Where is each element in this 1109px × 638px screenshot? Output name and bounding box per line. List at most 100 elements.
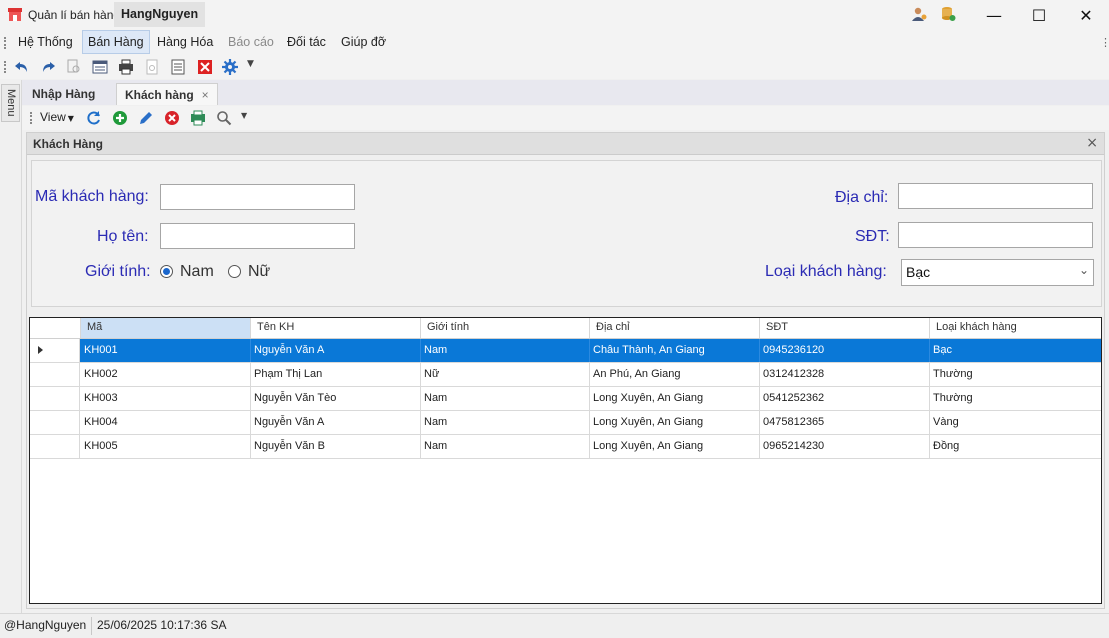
sdt-input[interactable] [898,222,1093,248]
gender-male-radio[interactable] [160,265,173,278]
database-icon[interactable] [940,6,956,22]
delete-record-icon[interactable] [164,110,180,126]
cell-sdt[interactable]: 0541252362 [760,387,930,410]
cell-sdt[interactable]: 0945236120 [760,339,930,362]
redo-icon[interactable] [40,59,56,75]
row-selector[interactable] [30,387,80,410]
cell-sdt[interactable]: 0312412328 [760,363,930,386]
cell-dia-chi[interactable]: Long Xuyên, An Giang [590,411,760,434]
table-row[interactable]: KH004 Nguyễn Văn A Nam Long Xuyên, An Gi… [30,411,1101,435]
cell-ten-kh[interactable]: Phạm Thị Lan [251,363,421,386]
menu-doi-tac[interactable]: Đối tác [281,30,332,54]
status-user: @HangNguyen [4,618,87,632]
add-icon[interactable] [112,110,128,126]
cell-sdt[interactable]: 0965214230 [760,435,930,458]
column-header-sdt[interactable]: SĐT [760,318,930,338]
menu-hang-hoa[interactable]: Hàng Hóa [151,30,219,54]
menu-ban-hang[interactable]: Bán Hàng [82,30,150,54]
print-preview-icon[interactable] [66,59,82,75]
tab-close-icon[interactable]: × [202,88,209,102]
close-icon[interactable]: ✕ [1063,0,1109,30]
cell-gioi-tinh[interactable]: Nam [421,435,590,458]
cell-dia-chi[interactable]: An Phú, An Giang [590,363,760,386]
column-header-ten-kh[interactable]: Tên KH [251,318,421,338]
tab-khach-hang[interactable]: Khách hàng × [116,83,218,105]
cell-ma[interactable]: KH002 [81,363,251,386]
row-header-corner [30,318,81,338]
export-icon[interactable] [144,59,160,75]
cell-loai[interactable]: Bạc [930,339,1101,362]
grid-header: Mã Tên KH Giới tính Địa chỉ SĐT Loại khá… [30,318,1101,339]
menu-grip[interactable] [4,37,7,49]
menubar-overflow-icon[interactable]: ⋮ [1100,36,1109,49]
ma-khach-hang-input[interactable] [160,184,355,210]
search-icon[interactable] [216,110,232,126]
menu-bao-cao[interactable]: Báo cáo [222,30,280,54]
cell-ten-kh[interactable]: Nguyễn Văn A [251,411,421,434]
user-settings-icon[interactable] [911,6,927,22]
table-row[interactable]: KH002 Phạm Thị Lan Nữ An Phú, An Giang 0… [30,363,1101,387]
dia-chi-input[interactable] [898,183,1093,209]
row-selector[interactable] [30,339,80,362]
shop-icon [8,8,22,21]
column-header-loai[interactable]: Loại khách hàng [930,318,1101,338]
print-icon[interactable] [118,59,134,75]
row-selector[interactable] [30,435,80,458]
cell-dia-chi[interactable]: Long Xuyên, An Giang [590,435,760,458]
cell-loai[interactable]: Đồng [930,435,1101,458]
table-row[interactable]: KH003 Nguyễn Văn Tèo Nam Long Xuyên, An … [30,387,1101,411]
form-icon[interactable] [92,59,108,75]
delete-icon[interactable] [197,59,213,75]
menu-giup-do[interactable]: Giúp đỡ [335,30,392,54]
maximize-icon[interactable]: ☐ [1016,0,1062,30]
side-menu-tab[interactable]: Menu [1,84,20,122]
ho-ten-input[interactable] [160,223,355,249]
cell-ten-kh[interactable]: Nguyễn Văn B [251,435,421,458]
loai-khach-hang-select[interactable]: Bạc ⌄ [901,259,1094,286]
document-icon[interactable] [170,59,186,75]
customer-panel: Khách Hàng × Mã khách hàng: Họ tên: Giới… [26,132,1105,609]
search-dropdown-icon[interactable]: ▼ [241,111,247,120]
cell-dia-chi[interactable]: Long Xuyên, An Giang [590,387,760,410]
cell-ma[interactable]: KH004 [81,411,251,434]
cell-loai[interactable]: Thường [930,387,1101,410]
status-datetime: 25/06/2025 10:17:36 SA [97,618,227,632]
column-header-gioi-tinh[interactable]: Giới tính [421,318,590,338]
row-selector[interactable] [30,411,80,434]
cell-ten-kh[interactable]: Nguyễn Văn A [251,339,421,362]
table-row[interactable]: KH005 Nguyễn Văn B Nam Long Xuyên, An Gi… [30,435,1101,459]
row-selector[interactable] [30,363,80,386]
cell-gioi-tinh[interactable]: Nam [421,339,590,362]
cell-ten-kh[interactable]: Nguyễn Văn Tèo [251,387,421,410]
edit-icon[interactable] [138,110,154,126]
print-grid-icon[interactable] [190,110,206,126]
view-dropdown[interactable]: View ▼ [40,110,74,124]
refresh-icon[interactable] [86,110,102,126]
minimize-icon[interactable]: — [971,0,1017,30]
column-header-dia-chi[interactable]: Địa chỉ [590,318,760,338]
menu-he-thong[interactable]: Hệ Thống [12,30,79,54]
cell-gioi-tinh[interactable]: Nữ [421,363,590,386]
gender-female-radio[interactable] [228,265,241,278]
panel-close-icon[interactable]: × [1086,135,1098,151]
cell-loai[interactable]: Thường [930,363,1101,386]
undo-icon[interactable] [14,59,30,75]
viewbar-grip[interactable] [30,112,33,124]
cell-dia-chi[interactable]: Châu Thành, An Giang [590,339,760,362]
tab-nhap-hang[interactable]: Nhập Hàng [24,83,103,105]
cell-ma[interactable]: KH005 [81,435,251,458]
toolbar-grip[interactable] [4,61,7,73]
table-row[interactable]: KH001 Nguyễn Văn A Nam Châu Thành, An Gi… [30,339,1101,363]
cell-loai[interactable]: Vàng [930,411,1101,434]
gender-female-label: Nữ [248,263,271,280]
user-tab[interactable]: HangNguyen [114,2,206,27]
cell-ma[interactable]: KH003 [81,387,251,410]
cell-ma[interactable]: KH001 [81,339,251,362]
column-header-ma[interactable]: Mã [81,318,251,338]
cell-gioi-tinh[interactable]: Nam [421,387,590,410]
tab-label: Nhập Hàng [32,87,96,101]
cell-sdt[interactable]: 0475812365 [760,411,930,434]
gear-icon[interactable] [222,59,238,75]
cell-gioi-tinh[interactable]: Nam [421,411,590,434]
gear-dropdown-icon[interactable]: ▼ [247,59,254,69]
